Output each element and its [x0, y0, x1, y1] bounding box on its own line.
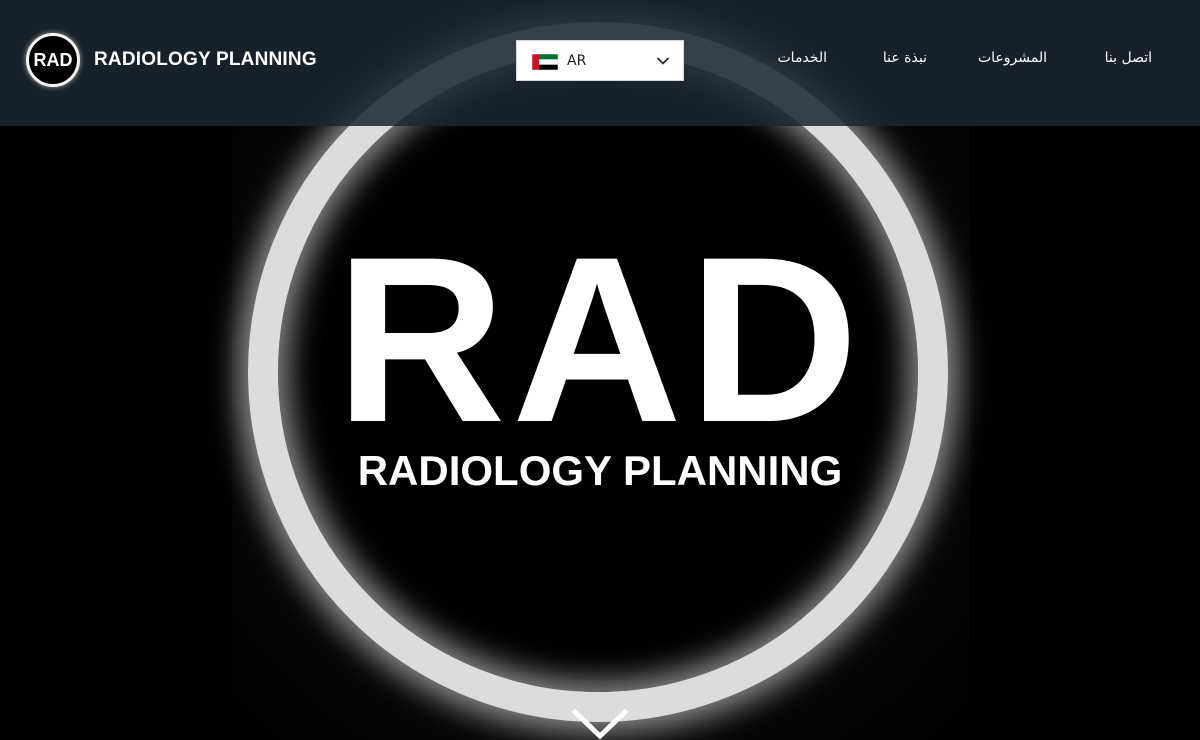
page: RAD RADIOLOGY PLANNING RAD RADIOLOGY PLA… [0, 0, 1200, 740]
language-code: AR [567, 53, 587, 69]
logo-badge[interactable]: RAD [26, 33, 80, 87]
nav-item-about[interactable]: نبذة عنا [883, 50, 927, 66]
nav-item-services[interactable]: الخدمات [778, 50, 828, 66]
logo-text[interactable]: RADIOLOGY PLANNING [94, 49, 317, 71]
site-header: RAD RADIOLOGY PLANNING AR اتصل بنا المشر… [0, 0, 1200, 126]
nav-item-projects[interactable]: المشروعات [978, 50, 1047, 66]
uae-flag-icon [532, 54, 558, 70]
nav-item-contact[interactable]: اتصل بنا [1105, 50, 1152, 66]
main-nav: اتصل بنا المشروعات نبذة عنا الخدمات [600, 50, 1200, 70]
hero-title: RAD [335, 208, 865, 472]
logo-badge-text: RAD [33, 49, 73, 70]
scroll-down-chevron-icon[interactable] [572, 708, 628, 740]
hero-subtitle: RADIOLOGY PLANNING [357, 447, 843, 494]
